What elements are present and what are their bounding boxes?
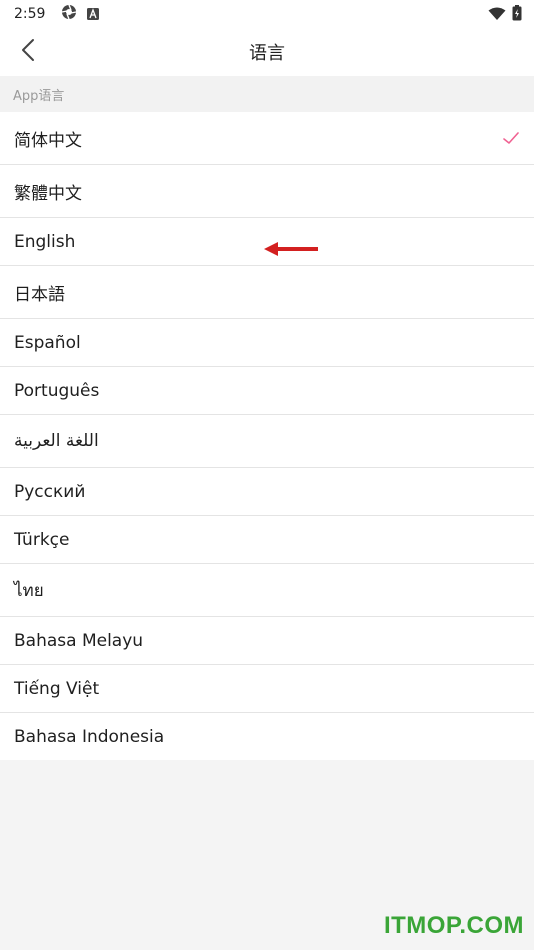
language-item[interactable]: Español: [0, 319, 534, 367]
app-notification-icon: [87, 5, 100, 24]
language-label: Português: [14, 380, 100, 401]
language-item[interactable]: 简体中文: [0, 112, 534, 165]
status-bar: 2:59: [0, 0, 534, 28]
watermark-logo: ITMOP.COM: [383, 912, 524, 939]
language-label: English: [14, 231, 76, 252]
language-label: ไทย: [14, 580, 44, 601]
language-label: Español: [14, 332, 81, 353]
language-item[interactable]: Bahasa Indonesia: [0, 713, 534, 760]
status-time: 2:59: [14, 6, 46, 22]
language-item[interactable]: 繁體中文: [0, 165, 534, 218]
chevron-left-icon: [21, 38, 35, 66]
language-item[interactable]: ไทย: [0, 564, 534, 617]
status-icons-right: [488, 5, 522, 25]
language-label: Tiếng Việt: [14, 678, 100, 699]
language-item[interactable]: Português: [0, 367, 534, 415]
language-label: 日本語: [14, 284, 65, 305]
language-item[interactable]: Русский: [0, 468, 534, 516]
page-title: 语言: [249, 43, 285, 64]
language-item[interactable]: Tiếng Việt: [0, 665, 534, 713]
language-label: 繁體中文: [14, 183, 82, 204]
language-label: اللغة العربية: [14, 431, 99, 451]
section-header: App语言: [0, 76, 534, 112]
aperture-icon: [61, 4, 77, 24]
language-list: 简体中文繁體中文 English 日本語 Español Português اللغة …: [0, 112, 534, 760]
language-label: Bahasa Indonesia: [14, 726, 165, 747]
language-item[interactable]: اللغة العربية: [0, 415, 534, 468]
checkmark-icon: [503, 132, 519, 144]
language-label: Bahasa Melayu: [14, 630, 144, 651]
annotation-arrow-icon: [264, 242, 318, 256]
language-item[interactable]: Bahasa Melayu: [0, 617, 534, 665]
wifi-icon: [488, 6, 506, 25]
language-item[interactable]: 日本語: [0, 266, 534, 319]
language-item[interactable]: Türkçe: [0, 516, 534, 564]
language-label: Türkçe: [14, 529, 70, 550]
language-label: Русский: [14, 481, 86, 502]
nav-bar: 语言: [0, 28, 534, 76]
status-icons-left: [61, 4, 100, 24]
battery-charging-icon: [512, 5, 522, 25]
back-button[interactable]: [14, 38, 42, 66]
language-label: 简体中文: [14, 130, 82, 151]
